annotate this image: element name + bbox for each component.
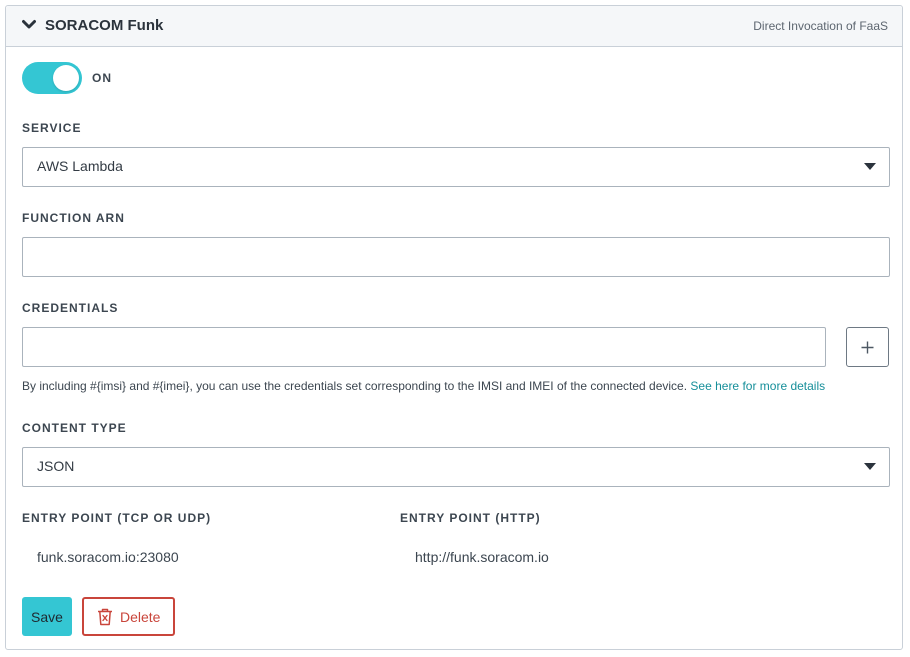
content-type-select[interactable]: JSON xyxy=(22,447,890,487)
credentials-help-link[interactable]: See here for more details xyxy=(690,379,825,393)
entry-point-http-value: http://funk.soracom.io xyxy=(415,549,549,565)
credentials-field[interactable] xyxy=(22,327,826,367)
credentials-help-text: By including #{imsi} and #{imei}, you ca… xyxy=(22,379,688,393)
toggle-knob[interactable] xyxy=(53,65,79,91)
chevron-down-icon[interactable] xyxy=(22,19,36,31)
panel-header[interactable]: SORACOM Funk Direct Invocation of FaaS xyxy=(6,6,902,47)
trash-icon xyxy=(98,608,112,626)
service-select-value: AWS Lambda xyxy=(37,158,123,174)
function-arn-input[interactable] xyxy=(23,238,889,276)
function-arn-label: FUNCTION ARN xyxy=(22,211,125,225)
entry-point-tcp-udp-value: funk.soracom.io:23080 xyxy=(37,549,179,565)
save-button[interactable]: Save xyxy=(22,597,72,636)
content-type-select-value: JSON xyxy=(37,458,75,474)
delete-button-label: Delete xyxy=(120,609,161,625)
panel-title: SORACOM Funk xyxy=(45,17,164,34)
credentials-help: By including #{imsi} and #{imei}, you ca… xyxy=(22,379,825,393)
soracom-funk-panel: SORACOM Funk Direct Invocation of FaaS O… xyxy=(5,5,903,650)
toggle-state-label: ON xyxy=(92,71,112,85)
service-label: SERVICE xyxy=(22,121,82,135)
caret-down-icon xyxy=(864,463,876,470)
credentials-label: CREDENTIALS xyxy=(22,301,119,315)
delete-button[interactable]: Delete xyxy=(82,597,175,636)
function-arn-field[interactable] xyxy=(22,237,890,277)
entry-point-http-label: ENTRY POINT (HTTP) xyxy=(400,511,541,525)
caret-down-icon xyxy=(864,163,876,170)
entry-point-tcp-udp-label: ENTRY POINT (TCP OR UDP) xyxy=(22,511,212,525)
add-credentials-button[interactable] xyxy=(846,327,889,367)
enable-toggle[interactable] xyxy=(22,62,82,94)
panel-subtitle: Direct Invocation of FaaS xyxy=(753,19,888,33)
content-type-label: CONTENT TYPE xyxy=(22,421,127,435)
service-select[interactable]: AWS Lambda xyxy=(22,147,890,187)
credentials-input[interactable] xyxy=(23,328,825,366)
plus-icon xyxy=(861,341,874,354)
